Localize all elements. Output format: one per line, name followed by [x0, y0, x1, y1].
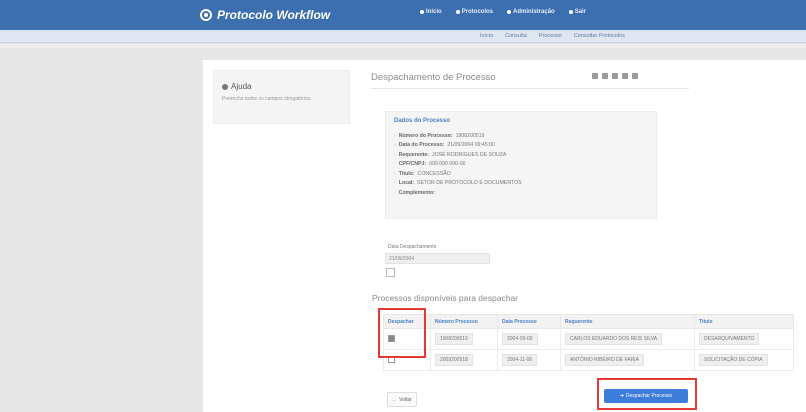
detail-item: › Data do Processo: 21/09/2004 09:45:00: [394, 142, 495, 149]
cell-numero: 2009200518: [430, 349, 498, 371]
date-field[interactable]: 21/09/2004: [385, 253, 490, 264]
sub-menu-consulta[interactable]: Consulta: [505, 33, 527, 39]
brand[interactable]: Protocolo Workflow: [200, 6, 330, 24]
cell-titulo: SOLICITAÇÃO DE CÓPIA: [694, 349, 794, 371]
back-button[interactable]: ← Voltar: [387, 392, 417, 407]
details-list: › Número do Processo: 1908200519 › Data do …: [394, 131, 522, 198]
title-toolbar: [592, 73, 638, 79]
logout-icon: [568, 10, 573, 14]
detail-item: › Local: SETOR DE PROTOCOLO E DOCUMENTOS: [394, 180, 522, 187]
info-icon[interactable]: [632, 73, 638, 79]
cell-requerente: ANTÔNIO RIBEIRO DE FARIA: [560, 349, 695, 371]
gear-icon: [507, 10, 512, 14]
cell-requerente: CARLOS EDUARDO DOS REIS SILVA: [560, 328, 695, 350]
send-icon: ➜: [619, 393, 624, 399]
sub-menu: Início Consulta Processo Consultar Proto…: [480, 33, 625, 39]
detail-item: › Requerente: JOSÉ RODRIGUES DE SOUZA: [394, 151, 507, 158]
process-details-panel: Dados do Processo › Número do Processo: 19…: [385, 111, 657, 219]
help-text: Preencha todos os campos obrigatórios.: [222, 96, 312, 102]
help-box: Ajuda Preencha todos os campos obrigatór…: [213, 70, 350, 124]
header-divider: [0, 44, 806, 48]
col-titulo[interactable]: Título: [694, 314, 794, 329]
sub-navbar: Início Consulta Processo Consultar Proto…: [0, 30, 806, 43]
top-menu-inicio[interactable]: Início: [420, 9, 442, 15]
row-checkbox[interactable]: [388, 334, 395, 342]
col-data[interactable]: Data Processo: [497, 314, 561, 329]
folder-icon: [455, 10, 460, 14]
detail-item: › Título: CONCESSÃO: [394, 170, 451, 177]
table-header-row: Despachar Número Processo Data Processo …: [383, 314, 794, 329]
table-row: 2009200518 2004-11-06 ANTÔNIO RIBEIRO DE…: [383, 349, 794, 371]
pdf-icon[interactable]: [602, 73, 608, 79]
sub-menu-consultar-protocolos[interactable]: Consultar Protocolos: [574, 33, 625, 39]
section-title: Processos disponíveis para despachar: [372, 293, 518, 303]
processes-table: Despachar Número Processo Data Processo …: [383, 314, 794, 371]
question-icon: [222, 83, 228, 90]
refresh-icon[interactable]: [622, 73, 628, 79]
detail-item: › Número do Processo: 1908200519: [394, 132, 485, 139]
top-menu-administracao[interactable]: Administração: [507, 9, 555, 15]
col-numero[interactable]: Número Processo: [430, 314, 498, 329]
app-title: Protocolo Workflow: [217, 8, 331, 22]
print-icon[interactable]: [592, 73, 598, 79]
top-navbar: Protocolo Workflow Início Protocolos Adm…: [0, 0, 806, 30]
top-menu: Início Protocolos Administração Sair: [420, 9, 586, 15]
home-icon: [420, 10, 424, 14]
table-row: 1908200519 2004-09-09 CARLOS EDUARDO DOS…: [383, 328, 794, 350]
date-field-label: Data Despachamento: [388, 244, 437, 250]
page-title: Despachamento de Processo: [371, 72, 496, 83]
col-despachar[interactable]: Despachar: [383, 314, 431, 329]
excel-icon[interactable]: [612, 73, 618, 79]
title-divider: [371, 88, 689, 89]
cell-data: 2004-09-09: [497, 328, 561, 350]
cell-numero: 1908200519: [430, 328, 498, 350]
logo-icon: [200, 9, 212, 21]
row-checkbox-cell: [383, 328, 431, 350]
col-requerente[interactable]: Requerente: [560, 314, 695, 329]
sub-menu-processo[interactable]: Processo: [539, 33, 562, 39]
select-all-checkbox[interactable]: [386, 268, 395, 277]
dispatch-button[interactable]: ➜ Despachar Processo: [604, 389, 688, 403]
top-menu-protocolos[interactable]: Protocolos: [455, 9, 493, 15]
arrow-left-icon: ←: [392, 396, 398, 403]
sub-menu-inicio[interactable]: Início: [480, 33, 493, 39]
detail-item: › Complemento:: [394, 189, 436, 196]
cell-titulo: DESARQUIVAMENTO: [694, 328, 794, 350]
detail-item: › CPF/CNPJ: 000.000.000-00: [394, 161, 466, 168]
row-checkbox[interactable]: [388, 355, 395, 363]
cell-data: 2004-11-06: [497, 349, 561, 371]
help-title: Ajuda: [222, 82, 251, 91]
top-menu-sair[interactable]: Sair: [568, 9, 586, 15]
row-checkbox-cell: [383, 349, 431, 371]
panel-title: Dados do Processo: [394, 118, 451, 124]
